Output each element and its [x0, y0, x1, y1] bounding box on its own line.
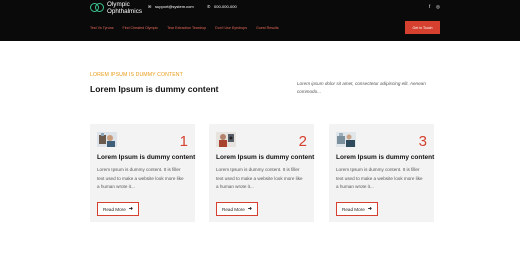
arrow-right-icon: ➜ [128, 206, 133, 212]
nav-item[interactable]: Find Cheated Olympic [123, 26, 159, 30]
contact-phone[interactable]: ✆ 000-000-000 [207, 4, 237, 9]
card-text: Lorem Ipsum is dummy content. It is fill… [336, 167, 423, 189]
logo-rings-icon [90, 1, 104, 15]
main-nav: Test Vs Tyruns Find Cheated Olympic Tear… [90, 26, 288, 30]
brand-name-line1: Olympic [107, 1, 130, 8]
nav-item[interactable]: Test Vs Tyruns [90, 26, 114, 30]
site-header: Olympic Ophthalmics ✉ support@system.com… [0, 0, 520, 41]
instagram-icon[interactable]: ◎ [436, 4, 440, 10]
nav-item[interactable]: Guest Results [256, 26, 279, 30]
eye-exam-icon [97, 132, 117, 147]
brand-logo[interactable]: Olympic Ophthalmics [90, 1, 142, 15]
contact-email[interactable]: ✉ support@system.com [148, 4, 194, 9]
card-text: Lorem Ipsum is dummy content. It is fill… [97, 167, 184, 189]
arrow-right-icon: ➜ [367, 206, 372, 212]
read-more-label: Read More [222, 206, 245, 212]
section-eyebrow: LOREM IPSUM IS DUMMY CONTENT [90, 72, 183, 78]
card-number: 2 [298, 133, 307, 150]
read-more-button[interactable]: Read More ➜ [97, 202, 139, 216]
card-title: Lorem Ipsum is dummy content [336, 154, 435, 161]
section-description: Lorem ipsum dolor sit amet, consectetur … [297, 81, 426, 94]
phone-icon: ✆ [207, 3, 211, 9]
section-title: Lorem Ipsum is dummy content [90, 84, 219, 94]
contact-email-text: support@system.com [155, 4, 194, 9]
service-card: 2 Lorem Ipsum is dummy content Lorem Ips… [209, 124, 314, 222]
read-more-button[interactable]: Read More ➜ [336, 202, 378, 216]
mail-icon: ✉ [148, 3, 152, 9]
read-more-label: Read More [103, 206, 126, 212]
contact-phone-text: 000-000-000 [214, 4, 237, 9]
service-card: 3 Lorem Ipsum is dummy content Lorem Ips… [329, 124, 434, 222]
card-number: 3 [418, 133, 427, 150]
service-card: 1 Lorem Ipsum is dummy content Lorem Ips… [90, 124, 195, 222]
optometry-icon [336, 132, 356, 147]
get-in-touch-button[interactable]: Get in Touch [405, 21, 440, 34]
brand-name-line2: Ophthalmics [107, 8, 142, 15]
facebook-icon[interactable]: f [429, 4, 430, 9]
read-more-label: Read More [342, 206, 365, 212]
card-number: 1 [179, 133, 188, 150]
arrow-right-icon: ➜ [247, 206, 252, 212]
card-title: Lorem Ipsum is dummy content [216, 154, 315, 161]
nav-item[interactable]: Tear Extraction Teardrop [167, 26, 206, 30]
eye-test-icon [216, 132, 236, 147]
read-more-button[interactable]: Read More ➜ [216, 202, 258, 216]
nav-item[interactable]: Don't Use Eyedrops [215, 26, 247, 30]
card-title: Lorem Ipsum is dummy content [97, 154, 196, 161]
card-text: Lorem Ipsum is dummy content. It is fill… [216, 167, 303, 189]
